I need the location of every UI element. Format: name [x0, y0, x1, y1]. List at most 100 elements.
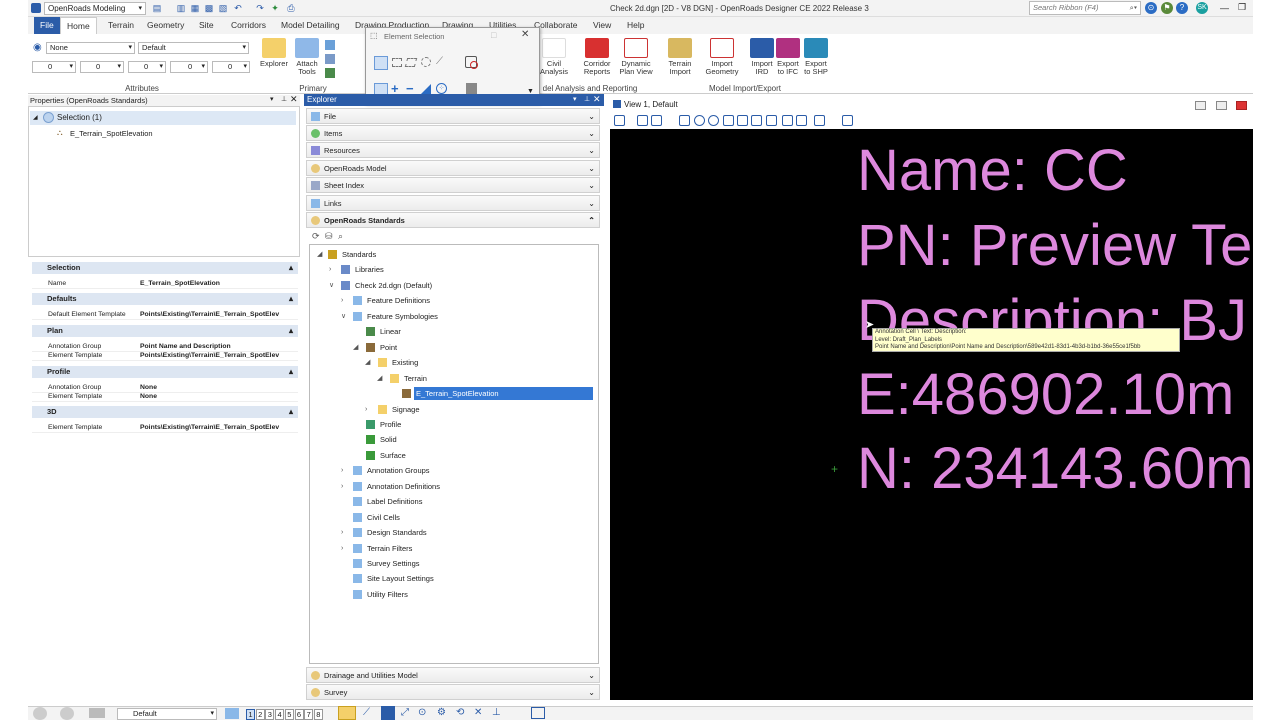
panel-dropdown-icon[interactable]: ▾ — [573, 95, 577, 103]
tab-home[interactable]: Home — [60, 17, 97, 34]
redo-icon[interactable]: ↷ — [255, 3, 265, 13]
restore-icon[interactable]: ❐ — [1238, 2, 1246, 13]
snap-origin-icon[interactable]: ⚙ — [437, 707, 446, 718]
close-icon[interactable]: ✕ — [521, 29, 529, 40]
tree-item-linear[interactable]: Linear — [311, 325, 597, 338]
tree-item-civil-cells[interactable]: Civil Cells — [311, 511, 597, 524]
view-group-dropdown[interactable]: Default ▾ — [117, 708, 217, 720]
property-row[interactable]: Name E_Terrain_SpotElevation — [32, 279, 298, 289]
view-1-button[interactable]: 1 — [246, 709, 255, 720]
help-icon[interactable]: ? — [1176, 2, 1188, 14]
tree-item-feature-definitions[interactable]: › Feature Definitions — [311, 294, 597, 307]
tree-item-terrain-filters[interactable]: › Terrain Filters — [311, 542, 597, 555]
select-all-icon[interactable]: ⁘ — [436, 83, 447, 94]
selection-child-label[interactable]: E_Terrain_SpotElevation — [70, 129, 153, 138]
section-defaults[interactable]: Defaults ▴ — [32, 293, 298, 305]
snap-keypoint-icon[interactable] — [381, 706, 395, 720]
view-tools-icon[interactable] — [651, 115, 662, 126]
line-method-icon[interactable]: ⟋ — [436, 56, 443, 67]
tree-item-standards[interactable]: ◢ Standards — [311, 248, 597, 261]
save-as-icon[interactable]: ▩ — [204, 3, 214, 13]
style-dropdown[interactable]: Default ▾ — [138, 42, 249, 54]
block-method-icon[interactable] — [392, 58, 402, 67]
expand-icon[interactable]: › — [329, 263, 331, 276]
tree-item-feature-symbologies[interactable]: ∨ Feature Symbologies — [311, 310, 597, 323]
explorer-section-links[interactable]: Links ⌄ — [306, 195, 600, 211]
select-by-attributes-icon[interactable] — [466, 83, 477, 94]
view-close-icon[interactable] — [1236, 101, 1247, 110]
weight-field[interactable]: 0 ▾ — [80, 61, 124, 73]
view-groups-icon[interactable] — [225, 708, 239, 719]
tree-item-site-layout-settings[interactable]: Site Layout Settings — [311, 572, 597, 585]
tree-item-surface[interactable]: Surface — [311, 449, 597, 462]
transparency-field[interactable]: 0 ▾ — [170, 61, 208, 73]
close-icon[interactable]: ✕ — [290, 94, 298, 105]
explorer-section-file[interactable]: File ⌄ — [306, 108, 600, 124]
circle-method-icon[interactable] — [421, 57, 431, 67]
individual-method-icon[interactable] — [374, 56, 388, 70]
explorer-section-openroads-model[interactable]: OpenRoads Model ⌄ — [306, 160, 600, 176]
window-area-icon[interactable] — [723, 115, 734, 126]
tab-help[interactable]: Help — [621, 17, 650, 34]
folder-icon[interactable] — [89, 708, 105, 718]
view-3-button[interactable]: 3 — [265, 709, 275, 720]
tab-view[interactable]: View — [587, 17, 617, 34]
view-restore-icon[interactable] — [1216, 101, 1227, 110]
collapse-icon[interactable]: ∨ — [329, 279, 334, 292]
expand-icon[interactable]: › — [341, 464, 343, 477]
view-attributes-icon[interactable] — [614, 115, 625, 126]
minimize-icon[interactable]: — — [1220, 3, 1229, 13]
new-file-icon[interactable]: ▤ — [152, 3, 162, 13]
property-row[interactable]: Element Template Points\Existing\Terrain\… — [32, 423, 298, 433]
expand-icon[interactable]: › — [365, 403, 367, 416]
expand-icon[interactable]: › — [341, 542, 343, 555]
tree-item-annotation-definitions[interactable]: › Annotation Definitions — [311, 480, 597, 493]
tree-item-design-standards[interactable]: › Design Standards — [311, 526, 597, 539]
pan-view-icon[interactable] — [766, 115, 777, 126]
explorer-section-resources[interactable]: Resources ⌄ — [306, 142, 600, 158]
undo-icon[interactable]: ↶ — [233, 3, 243, 13]
next-view-icon[interactable] — [796, 115, 807, 126]
tree-item-signage[interactable]: › Signage — [311, 403, 597, 416]
expand-icon[interactable]: › — [341, 480, 343, 493]
section-profile[interactable]: Profile ▴ — [32, 366, 298, 378]
snap-center-icon[interactable]: ⊙ — [418, 707, 426, 718]
view-6-button[interactable]: 6 — [294, 709, 304, 720]
copy-view-icon[interactable] — [814, 115, 825, 126]
section-selection[interactable]: Selection ▴ — [32, 262, 298, 274]
snap-settings-icon[interactable] — [531, 707, 545, 719]
notifications-icon[interactable]: ⚑ — [1161, 2, 1173, 14]
connect-icon[interactable]: ⊙ — [1145, 2, 1157, 14]
display-style-icon[interactable] — [637, 115, 648, 126]
back-icon[interactable] — [33, 707, 47, 720]
civil-analysis-button[interactable]: Civil Analysis — [538, 38, 570, 76]
tree-item-e-terrain-spotelevation[interactable]: E_Terrain_SpotElevation — [311, 387, 597, 401]
print-icon[interactable]: ▧ — [218, 3, 228, 13]
pin-icon[interactable]: ⊥ — [584, 95, 590, 103]
tree-item-annotation-groups[interactable]: › Annotation Groups — [311, 464, 597, 477]
tab-corridors[interactable]: Corridors — [225, 17, 272, 34]
section-plan[interactable]: Plan ▴ — [32, 325, 298, 337]
snap-intersection-icon[interactable]: ✕ — [474, 707, 482, 718]
close-icon[interactable]: ✕ — [593, 94, 601, 105]
tab-site[interactable]: Site — [193, 17, 220, 34]
property-row[interactable]: Element Template Points\Existing\Terrain\… — [32, 351, 298, 361]
collapse-icon[interactable]: ◢ — [317, 248, 322, 261]
linestyle-field[interactable]: 0 ▾ — [128, 61, 166, 73]
explorer-section-items[interactable]: Items ⌄ — [306, 125, 600, 141]
view-settings-icon[interactable] — [842, 115, 853, 126]
shape-method-icon[interactable] — [404, 58, 418, 67]
corridor-reports-button[interactable]: Corridor Reports — [579, 38, 615, 76]
view-7-button[interactable]: 7 — [304, 709, 314, 720]
tree-item-check-2d-dgn-default[interactable]: ∨ Check 2d.dgn (Default) — [311, 279, 597, 292]
explorer-section-openroads-standards[interactable]: OpenRoads Standards ⌃ — [306, 212, 600, 228]
tab-terrain[interactable]: Terrain — [102, 17, 140, 34]
collapse-icon[interactable]: ◢ — [353, 341, 358, 354]
pin-icon[interactable]: ⊥ — [281, 95, 287, 103]
tree-item-libraries[interactable]: › Libraries — [311, 263, 597, 276]
explorer-section-drainage[interactable]: Drainage and Utilities Model ⌄ — [306, 667, 600, 683]
section-3d[interactable]: 3D ▴ — [32, 406, 298, 418]
tab-geometry[interactable]: Geometry — [141, 17, 190, 34]
zoom-out-icon[interactable] — [708, 115, 719, 126]
explorer-section-survey[interactable]: Survey ⌄ — [306, 684, 600, 700]
